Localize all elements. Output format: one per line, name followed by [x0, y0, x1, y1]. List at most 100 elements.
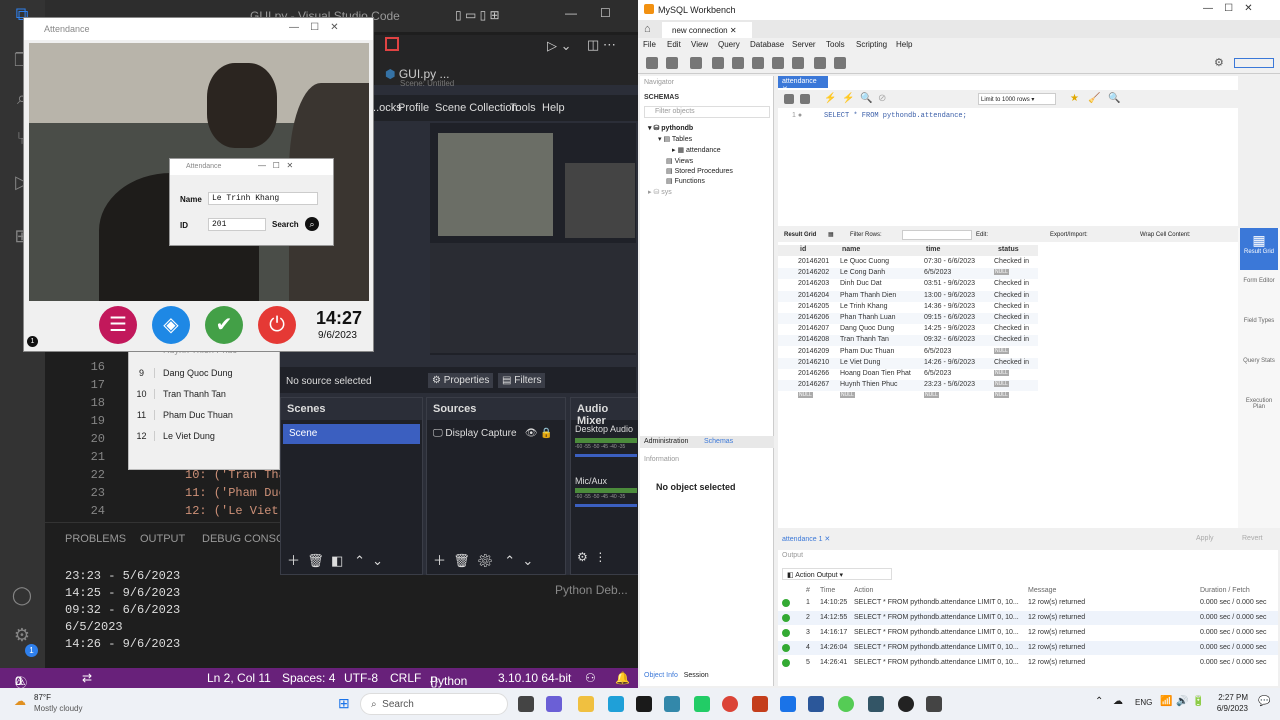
cell-status[interactable]: NULL	[994, 381, 1009, 388]
menu-view[interactable]: View	[691, 40, 708, 49]
cell-id[interactable]: 20146208	[798, 336, 829, 343]
table-row[interactable]: 20146267 Huynh Thien Phuc 23:23 - 5/6/2023…	[778, 380, 1038, 392]
cell-name[interactable]: NULL	[840, 392, 855, 399]
cell-name[interactable]: Le Cong Danh	[840, 269, 885, 276]
open-sql-icon[interactable]	[666, 57, 678, 69]
notifications-icon[interactable]: 💬	[1258, 696, 1270, 707]
mixer-controls[interactable]: ⚙ ⋮	[577, 550, 606, 564]
live-share-icon[interactable]: ⇄	[82, 671, 92, 685]
cell-id[interactable]: 20146209	[798, 348, 829, 355]
create-schema-icon[interactable]	[712, 57, 724, 69]
cell-status[interactable]: Checked in	[994, 280, 1029, 287]
menu-help[interactable]: Help	[896, 40, 912, 49]
cell-status[interactable]: Checked in	[994, 359, 1029, 366]
output-row[interactable]: 3 14:16:17 SELECT * FROM pythondb.attendan…	[778, 626, 1278, 640]
bookmark-icon[interactable]: ★	[1070, 93, 1079, 104]
app-window-icon[interactable]	[926, 696, 942, 712]
task-view-icon[interactable]	[518, 696, 534, 712]
indent-status[interactable]: Spaces: 4	[282, 671, 335, 685]
field-types-side-button[interactable]: Field Types	[1240, 318, 1278, 324]
menu-scripting[interactable]: Scripting	[856, 40, 887, 49]
tab-problems[interactable]: PROBLEMS	[65, 533, 126, 545]
find-icon[interactable]: 🔍	[1108, 93, 1120, 104]
cell-time[interactable]: 6/5/2023	[924, 370, 951, 377]
cell-name[interactable]: Phan Thanh Luan	[840, 314, 896, 321]
edge-icon[interactable]	[608, 696, 624, 712]
tree-attendance[interactable]: ▸ ▦ attendance	[672, 146, 721, 154]
cell-status[interactable]: NULL	[994, 269, 1009, 276]
output-row[interactable]: 5 14:26:41 SELECT * FROM pythondb.attendan…	[778, 656, 1278, 670]
interpreter-status[interactable]: 3.10.10 64-bit	[498, 671, 571, 685]
taskbar-search[interactable]: ⌕ Search	[360, 693, 508, 715]
tree-pythondb[interactable]: ▾ ⛁ pythondb	[648, 124, 693, 132]
visibility-eye-icon[interactable]: 👁	[525, 428, 538, 439]
cell-name[interactable]: Huynh Thien Phuc	[840, 381, 897, 388]
cell-id[interactable]: 20146267	[798, 381, 829, 388]
tray-arrow-icon[interactable]: ⌃	[1095, 696, 1103, 707]
cell-status[interactable]: Checked in	[994, 325, 1029, 332]
chrome-icon[interactable]	[722, 696, 738, 712]
menu-tools[interactable]: Tools	[510, 102, 536, 114]
limit-select[interactable]: Limit to 1000 rows ▾	[978, 93, 1056, 105]
output-row[interactable]: 1 14:10:25 SELECT * FROM pythondb.attendan…	[778, 596, 1278, 610]
search-icon[interactable]: ⌕	[305, 217, 319, 231]
menu-query[interactable]: Query	[718, 40, 740, 49]
weather-desc[interactable]: Mostly cloudy	[34, 704, 82, 713]
scene-controls[interactable]: ＋ 🗑 ◧ ⌃ ⌄	[287, 550, 383, 569]
cell-name[interactable]: Dinh Duc Dat	[840, 280, 882, 287]
cell-name[interactable]: Le Viet Dung	[840, 359, 880, 366]
query-tab[interactable]: attendance ✕	[778, 76, 828, 93]
list-item[interactable]: 9 Dang Quoc Dung	[129, 363, 279, 384]
list-item[interactable]: 11 Pham Duc Thuan	[129, 405, 279, 426]
action-output-select[interactable]: ◧ Action Output ▾	[782, 568, 892, 580]
sql-query-text[interactable]: SELECT * FROM pythondb.attendance;	[824, 112, 967, 120]
workbench-window-controls[interactable]: — ☐ ✕	[1203, 3, 1253, 14]
output-row[interactable]: 2 14:12:55 SELECT * FROM pythondb.attendan…	[778, 611, 1278, 625]
tab-administration[interactable]: Administration	[644, 438, 688, 445]
lock-icon[interactable]: 🔒	[540, 428, 552, 439]
cell-status[interactable]: NULL	[994, 392, 1009, 399]
app-green-icon[interactable]	[694, 696, 710, 712]
cell-status[interactable]: Checked in	[994, 258, 1029, 265]
id-input[interactable]: 201	[208, 218, 266, 231]
output-row[interactable]: 4 14:26:04 SELECT * FROM pythondb.attendan…	[778, 641, 1278, 655]
cell-id[interactable]: 20146202	[798, 269, 829, 276]
cell-status[interactable]: Checked in	[994, 336, 1029, 343]
execute-current-icon[interactable]: ⚡	[842, 93, 854, 104]
cell-name[interactable]: Le Trinh Khang	[840, 303, 887, 310]
power-button[interactable]: ⏻	[258, 306, 296, 344]
filters-button[interactable]: ▤ Filters	[498, 373, 546, 388]
dialog-window-controls[interactable]: — ☐ ✕	[258, 161, 293, 170]
cell-status[interactable]: Checked in	[994, 303, 1029, 310]
cell-id[interactable]: 20146204	[798, 292, 829, 299]
reconnect-icon[interactable]	[834, 57, 846, 69]
table-row[interactable]: 20146203 Dinh Duc Dat 03:51 - 9/6/2023 Chec…	[778, 279, 1038, 291]
tab-object-info[interactable]: Object Info	[644, 672, 678, 679]
record-icon[interactable]	[385, 37, 399, 51]
tree-sys[interactable]: ▸ ⛁ sys	[648, 188, 672, 196]
settings-gear-icon[interactable]: ⚙	[1214, 56, 1224, 69]
column-time[interactable]: time	[926, 246, 940, 253]
table-row[interactable]: 20146206 Phan Thanh Luan 09:15 - 6/6/2023 C…	[778, 313, 1038, 324]
panel-toggle-icons[interactable]	[1234, 58, 1274, 68]
word-icon[interactable]	[808, 696, 824, 712]
language-indicator[interactable]: ENG	[1135, 698, 1152, 707]
open-file-icon[interactable]	[784, 94, 794, 104]
run-icon[interactable]: ▷ ⌄	[547, 38, 572, 54]
tree-functions[interactable]: ▤ Functions	[666, 177, 705, 185]
table-row[interactable]: 20146266 Hoang Doan Tien Phat 6/5/2023 NULL	[778, 369, 1038, 380]
notifications-icon[interactable]: 🔔	[615, 671, 630, 685]
cell-time[interactable]: 14:36 - 9/6/2023	[924, 303, 975, 310]
clock-date-taskbar[interactable]: 6/9/2023	[1210, 704, 1248, 713]
query-stats-side-button[interactable]: Query Stats	[1240, 358, 1278, 364]
cell-name[interactable]: Tran Thanh Tan	[840, 336, 889, 343]
menu-database[interactable]: Database	[750, 40, 784, 49]
home-icon[interactable]: ⌂	[644, 23, 651, 35]
stop-icon[interactable]: ⊘	[878, 93, 886, 104]
cursor-position[interactable]: Ln 2, Col 11	[207, 671, 271, 685]
table-row[interactable]: NULL NULL NULL NULL	[778, 391, 1038, 403]
cell-time[interactable]: 14:25 - 9/6/2023	[924, 325, 975, 332]
cell-time[interactable]: 07:30 - 6/6/2023	[924, 258, 975, 265]
create-function-icon[interactable]	[792, 57, 804, 69]
column-id[interactable]: id	[800, 246, 806, 253]
